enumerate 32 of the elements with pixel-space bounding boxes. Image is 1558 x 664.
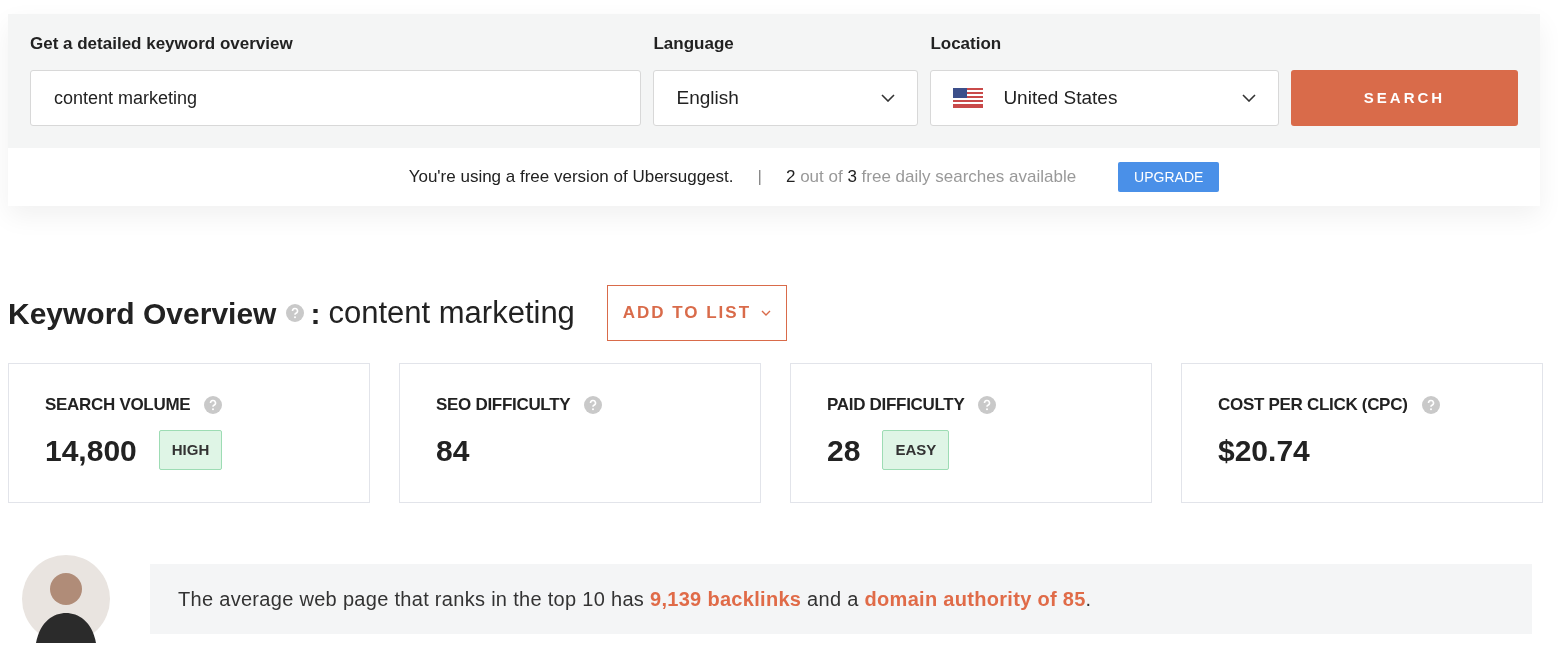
overview-title: Keyword Overview xyxy=(8,295,277,332)
language-dropdown[interactable]: English xyxy=(653,70,919,126)
metric-badge: EASY xyxy=(882,429,950,471)
separator: | xyxy=(757,166,762,189)
title-separator: : xyxy=(310,295,321,332)
help-icon xyxy=(204,395,223,414)
metric-value: 14,800 xyxy=(45,432,137,469)
chevron-down-icon xyxy=(761,310,772,316)
field-label: Location xyxy=(930,33,1003,55)
notice-text: You're using a free version of Ubersuggest. xyxy=(408,166,734,189)
chevron-down-icon xyxy=(1241,94,1256,102)
help-icon xyxy=(286,304,305,322)
keyword-input[interactable]: content marketing xyxy=(30,70,642,126)
metric-value: 28 xyxy=(827,432,861,469)
overview-keyword: content marketing xyxy=(328,293,575,332)
flag-icon xyxy=(953,88,984,108)
chevron-down-icon xyxy=(881,94,896,102)
help-icon xyxy=(584,395,603,414)
metric-label: PAID DIFFICULTY xyxy=(827,394,965,416)
help-icon xyxy=(978,395,997,414)
searches-available-text: 2 out of 3 free daily searches available xyxy=(785,166,1077,189)
metric-value: $20.74 xyxy=(1218,432,1310,469)
metric-label: COST PER CLICK (CPC) xyxy=(1218,394,1408,416)
metric-label: SEARCH VOLUME xyxy=(45,394,191,416)
location-dropdown[interactable]: United States xyxy=(930,70,1279,126)
metric-badge: HIGH xyxy=(158,429,223,471)
help-icon xyxy=(1421,395,1440,414)
insight-text: The average web page that ranks in the top 10 has 9,139 backlinks and a domain authority of 85. xyxy=(178,587,1092,612)
metric-label: SEO DIFFICULTY xyxy=(436,394,571,416)
field-label: Get a detailed keyword overview xyxy=(30,33,294,55)
metric-value: 84 xyxy=(436,432,470,469)
field-label: Language xyxy=(653,33,735,55)
